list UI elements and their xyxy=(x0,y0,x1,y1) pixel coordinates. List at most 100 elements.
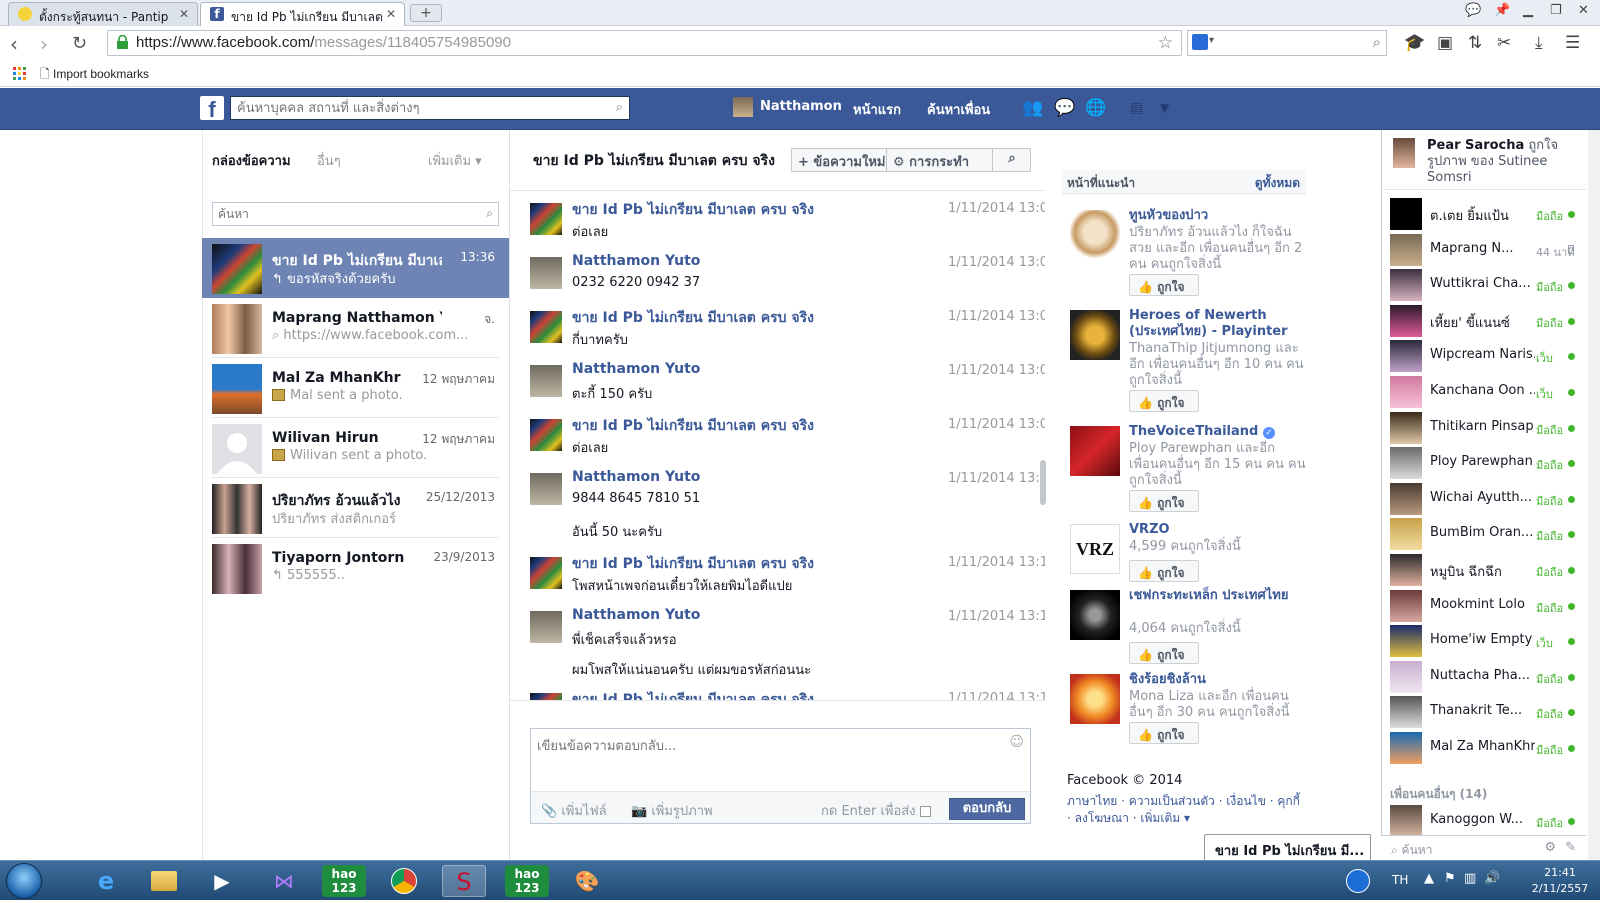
page-image[interactable] xyxy=(1070,590,1120,640)
search-icon[interactable]: ⌕ xyxy=(995,149,1029,171)
page-name[interactable]: ชิงร้อยชิงล้าน xyxy=(1129,672,1307,688)
flag-icon[interactable]: ⚑ xyxy=(1444,871,1456,886)
conversation-item[interactable]: Wilivan Hirun 12 พฤษภาคม Wilivan sent a … xyxy=(202,418,509,478)
minimize-icon[interactable]: ▁ xyxy=(1523,3,1533,18)
extension-search-box[interactable]: ▾ ⌕ xyxy=(1187,30,1387,56)
chrome-icon[interactable] xyxy=(382,865,426,897)
see-all-link[interactable]: ดูทั้งหมด xyxy=(1255,174,1300,193)
message-author[interactable]: ขาย Id Pb ไม่เกรียน มีบาเลต ครบ จริง xyxy=(572,553,814,575)
volume-icon[interactable]: 🔊 xyxy=(1484,871,1500,886)
conversation-item[interactable]: ปริยาภัทร อ้วนแล้วไง 25/12/2013 ปริยาภัท… xyxy=(202,478,509,538)
like-button[interactable]: 👍 ถูกใจ xyxy=(1129,560,1199,582)
other-folder-link[interactable]: อื่นๆ xyxy=(317,150,341,171)
chat-friend[interactable]: Kanchana Oon ... เว็บ xyxy=(1381,374,1586,410)
internet-explorer-icon[interactable]: e xyxy=(84,865,128,897)
gear-icon[interactable]: ⚙ xyxy=(1544,840,1556,855)
chat-friend[interactable]: Home'iw Empty เว็บ xyxy=(1381,623,1586,659)
more-dropdown[interactable]: เพิ่มเติม ▾ xyxy=(428,150,482,171)
language-indicator[interactable]: TH xyxy=(1392,873,1408,887)
page-image[interactable] xyxy=(1070,210,1120,260)
conversation-item[interactable]: Tiyaporn Jontorn 23/9/2013 ↰ 555555.. xyxy=(202,538,509,598)
clock[interactable]: 21:41 2/11/2557 xyxy=(1527,865,1593,897)
back-arrow-icon[interactable]: ‹ xyxy=(10,32,18,56)
privacy-shortcuts-icon[interactable]: ▤ xyxy=(1130,100,1143,116)
footer-links[interactable]: ภาษาไทย · ความเป็นส่วนตัว · เงื่อนไข · ค… xyxy=(1067,793,1307,827)
page-name[interactable]: ทูนหัวของบ่าว xyxy=(1129,208,1307,224)
chat-friend[interactable]: Kanoggon W... มือถือ xyxy=(1381,803,1586,839)
extension-icon[interactable]: 🎓 xyxy=(1404,33,1425,53)
ticker[interactable]: Pear Sarocha ถูกใจรูปภาพ ของ Sutinee Som… xyxy=(1381,130,1586,190)
file-explorer-icon[interactable] xyxy=(142,865,186,897)
enter-to-send-toggle[interactable]: กด Enter เพื่อส่ง xyxy=(821,800,931,821)
conversation-item[interactable]: Maprang Natthamon Yuto จ. ⌕ https://www.… xyxy=(202,298,509,358)
chat-friend[interactable]: BumBim Oran... มือถือ xyxy=(1381,516,1586,552)
account-dropdown-icon[interactable]: ▼ xyxy=(1160,101,1169,115)
page-scrollbar[interactable] xyxy=(1588,130,1600,860)
browser-tab-pantip[interactable]: ตั้งกระทู้สนทนา - Pantip ✕ xyxy=(8,2,198,26)
reload-icon[interactable]: ↻ xyxy=(72,33,87,54)
profile-link[interactable]: Natthamon xyxy=(760,99,842,114)
inbox-search-input[interactable] xyxy=(213,203,473,225)
new-message-button[interactable]: + ข้อความใหม่ xyxy=(792,149,887,171)
chat-friend[interactable]: Mookmint Lolo มือถือ xyxy=(1381,588,1586,624)
find-friends-link[interactable]: ค้นหาเพื่อน xyxy=(927,99,990,120)
close-window-icon[interactable]: ✕ xyxy=(1578,3,1589,18)
download-icon[interactable]: ⤓ xyxy=(1535,33,1543,53)
messages-icon[interactable]: 💬 xyxy=(1054,98,1075,118)
pin-icon[interactable]: 📌 xyxy=(1494,3,1510,18)
chat-search[interactable]: ⌕ ค้นหา ⚙ ✎ xyxy=(1381,835,1586,860)
like-button[interactable]: 👍 ถูกใจ xyxy=(1129,274,1199,296)
like-button[interactable]: 👍 ถูกใจ xyxy=(1129,490,1199,512)
message-author[interactable]: ขาย Id Pb ไม่เกรียน มีบาเลต ครบ จริง xyxy=(572,307,814,329)
avatar[interactable] xyxy=(733,97,753,117)
input-method-icon[interactable] xyxy=(1346,869,1370,893)
message-author[interactable]: Natthamon Yuto xyxy=(572,361,700,377)
chat-friend[interactable]: Thitikarn Pinsap มือถือ xyxy=(1381,410,1586,446)
bookmark-star-icon[interactable]: ☆ xyxy=(1158,33,1173,53)
reply-input[interactable] xyxy=(531,729,1001,789)
chat-friend[interactable]: ต.เตย ยิ้มแป้น มือถือ xyxy=(1381,196,1586,232)
hao123-icon[interactable]: hao 123 xyxy=(505,865,549,897)
vrzo-logo[interactable]: VRZ xyxy=(1070,524,1120,574)
search-icon[interactable]: ⌕ xyxy=(616,100,623,115)
chat-friend[interactable]: หมูบิน ฉึกฉึก มือถือ xyxy=(1381,552,1586,588)
import-bookmarks-link[interactable]: 🗋 Import bookmarks xyxy=(40,65,149,86)
page-name[interactable]: เชฟกระทะเหล็ก ประเทศไทย xyxy=(1129,588,1307,604)
conversation-item[interactable]: Mal Za MhanKhr 12 พฤษภาคม Mal sent a pho… xyxy=(202,358,509,418)
chevron-down-icon[interactable]: ▾ xyxy=(1209,35,1214,46)
notifications-globe-icon[interactable]: 🌐 xyxy=(1085,98,1106,118)
message-scrollbar[interactable] xyxy=(1040,460,1046,505)
add-photo-button[interactable]: 📷 เพิ่มรูปภาพ xyxy=(631,800,713,821)
like-button[interactable]: 👍 ถูกใจ xyxy=(1129,642,1199,664)
forward-arrow-icon[interactable]: › xyxy=(40,32,48,56)
chat-friend[interactable]: Thanakrit Te... มือถือ xyxy=(1381,694,1586,730)
page-name[interactable]: Heroes of Newerth (ประเทศไทย) - Playinte… xyxy=(1129,308,1307,340)
chat-friend[interactable]: Wichai Ayutth... มือถือ xyxy=(1381,481,1586,517)
page-image[interactable] xyxy=(1070,426,1120,476)
new-tab-button[interactable]: + xyxy=(410,4,442,22)
message-author[interactable]: Natthamon Yuto xyxy=(572,607,700,623)
like-button[interactable]: 👍 ถูกใจ xyxy=(1129,390,1199,412)
close-tab-icon[interactable]: ✕ xyxy=(386,7,396,21)
network-icon[interactable]: ▥ xyxy=(1464,871,1476,886)
hao123-icon[interactable]: hao 123 xyxy=(322,865,366,897)
actions-button[interactable]: ⚙ การกระทำ xyxy=(887,149,993,171)
visual-studio-icon[interactable]: ⋈ xyxy=(262,865,306,897)
chat-friend[interactable]: Ploy Parewphan มือถือ xyxy=(1381,445,1586,481)
uc-browser-icon[interactable]: S xyxy=(442,865,486,897)
page-name[interactable]: VRZO xyxy=(1129,522,1307,538)
search-icon[interactable]: ⌕ xyxy=(1373,33,1381,51)
message-author[interactable]: ขาย Id Pb ไม่เกรียน มีบาเลต ครบ จริง xyxy=(572,415,814,437)
emoji-icon[interactable]: ☺ xyxy=(1009,734,1024,750)
address-bar[interactable]: https://www.facebook.com/messages/118405… xyxy=(107,30,1182,56)
message-author[interactable]: Natthamon Yuto xyxy=(572,469,700,485)
show-hidden-icons-icon[interactable]: ▲ xyxy=(1424,871,1434,886)
facebook-search-input[interactable] xyxy=(231,97,601,119)
page-image[interactable] xyxy=(1070,310,1120,360)
chat-tab[interactable]: ขาย Id Pb ไม่เกรียน มี... xyxy=(1204,834,1371,860)
page-image[interactable] xyxy=(1070,674,1120,724)
chat-friend[interactable]: Wuttikrai Cha... มือถือ xyxy=(1381,267,1586,303)
browser-tab-facebook[interactable]: f ขาย Id Pb ไม่เกรียน มีบาเลต ✕ xyxy=(200,2,405,26)
friend-requests-icon[interactable]: 👥 xyxy=(1022,98,1043,118)
search-icon[interactable]: ⌕ xyxy=(486,206,493,221)
